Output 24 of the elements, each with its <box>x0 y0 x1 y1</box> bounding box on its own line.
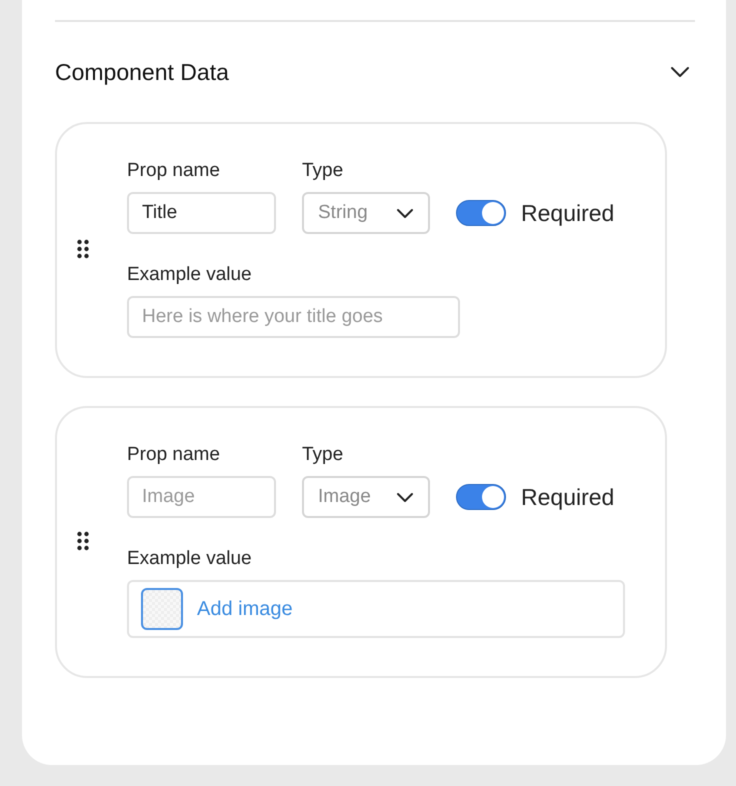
image-placeholder-icon <box>141 588 183 630</box>
chevron-icon <box>396 208 414 218</box>
chevron-icon[interactable] <box>670 66 690 78</box>
required-toggle[interactable] <box>456 200 506 226</box>
drag-handle-icon[interactable] <box>77 531 89 551</box>
field-label: Type <box>302 160 344 182</box>
field-label: Example value <box>127 264 253 286</box>
add-image-link[interactable]: Add image <box>197 598 293 620</box>
field-label: Example value <box>127 548 253 570</box>
prop-name-field[interactable]: Title <box>127 192 276 234</box>
image-upload-field[interactable]: Add image <box>127 580 625 638</box>
field-label: Prop name <box>127 444 221 466</box>
prop-name-field[interactable]: Image <box>127 476 276 518</box>
chevron-icon <box>396 492 414 502</box>
type-dropdown[interactable]: String <box>302 192 430 234</box>
toggle-label: Required <box>521 200 614 226</box>
field-label: Prop name <box>127 160 221 182</box>
example-value-field[interactable]: Here is where your title goes <box>127 296 460 338</box>
field-label: Type <box>302 444 344 466</box>
type-dropdown[interactable]: Image <box>302 476 430 518</box>
toggle-label: Required <box>521 484 614 510</box>
required-toggle[interactable] <box>456 484 506 510</box>
section-title: Component Data <box>55 58 229 86</box>
drag-handle-icon[interactable] <box>77 239 89 259</box>
